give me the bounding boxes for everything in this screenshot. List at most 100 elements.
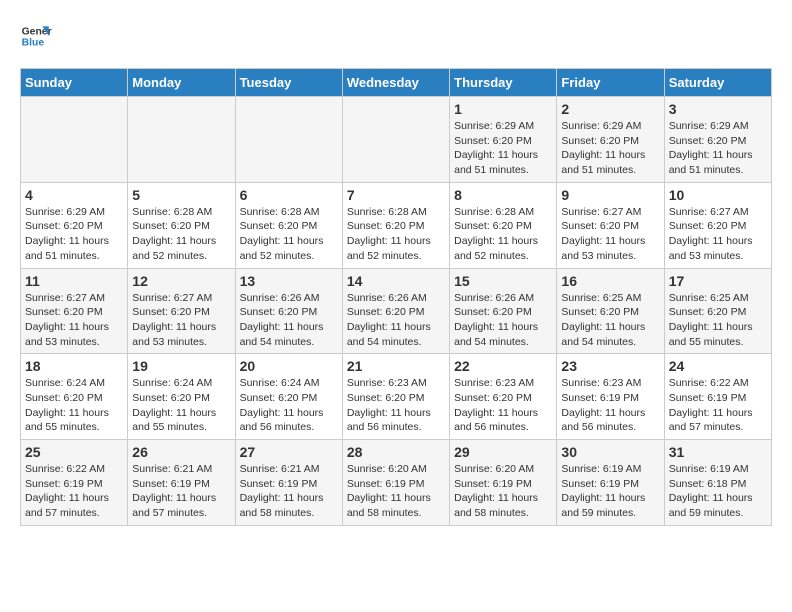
calendar-cell: 19 Sunrise: 6:24 AM Sunset: 6:20 PM Dayli… — [128, 354, 235, 440]
day-info: Sunrise: 6:24 AM Sunset: 6:20 PM Dayligh… — [240, 376, 338, 435]
day-number: 10 — [669, 187, 767, 203]
calendar-cell: 25 Sunrise: 6:22 AM Sunset: 6:19 PM Dayli… — [21, 440, 128, 526]
day-info: Sunrise: 6:26 AM Sunset: 6:20 PM Dayligh… — [240, 291, 338, 350]
calendar-cell: 13Sunrise: 6:26 AM Sunset: 6:20 PM Dayli… — [235, 268, 342, 354]
day-number: 21 — [347, 358, 445, 374]
col-header-sunday: Sunday — [21, 69, 128, 97]
col-header-saturday: Saturday — [664, 69, 771, 97]
calendar-cell — [342, 97, 449, 183]
day-number: 16 — [561, 273, 659, 289]
calendar-cell: 24 Sunrise: 6:22 AM Sunset: 6:19 PM Dayli… — [664, 354, 771, 440]
day-info: Sunrise: 6:27 AM Sunset: 6:20 PM Dayligh… — [25, 291, 123, 350]
day-number: 4 — [25, 187, 123, 203]
calendar-cell: 9 Sunrise: 6:27 AM Sunset: 6:20 PM Daylig… — [557, 182, 664, 268]
day-number: 2 — [561, 101, 659, 117]
day-number: 26 — [132, 444, 230, 460]
col-header-thursday: Thursday — [450, 69, 557, 97]
day-info: Sunrise: 6:22 AM Sunset: 6:19 PM Dayligh… — [25, 462, 123, 521]
calendar-cell — [235, 97, 342, 183]
page-header: General Blue — [20, 20, 772, 52]
calendar-cell: 11 Sunrise: 6:27 AM Sunset: 6:20 PM Dayli… — [21, 268, 128, 354]
day-info: Sunrise: 6:23 AM Sunset: 6:20 PM Dayligh… — [347, 376, 445, 435]
day-info: Sunrise: 6:26 AM Sunset: 6:20 PM Dayligh… — [454, 291, 552, 350]
calendar-cell: 2 Sunrise: 6:29 AM Sunset: 6:20 PM Daylig… — [557, 97, 664, 183]
day-number: 14 — [347, 273, 445, 289]
day-number: 25 — [25, 444, 123, 460]
day-info: Sunrise: 6:25 AM Sunset: 6:20 PM Dayligh… — [669, 291, 767, 350]
calendar-table: SundayMondayTuesdayWednesdayThursdayFrid… — [20, 68, 772, 526]
day-info: Sunrise: 6:28 AM Sunset: 6:20 PM Dayligh… — [347, 205, 445, 264]
calendar-cell: 29 Sunrise: 6:20 AM Sunset: 6:19 PM Dayli… — [450, 440, 557, 526]
calendar-cell: 21 Sunrise: 6:23 AM Sunset: 6:20 PM Dayli… — [342, 354, 449, 440]
day-info: Sunrise: 6:24 AM Sunset: 6:20 PM Dayligh… — [25, 376, 123, 435]
calendar-cell: 17 Sunrise: 6:25 AM Sunset: 6:20 PM Dayli… — [664, 268, 771, 354]
day-info: Sunrise: 6:28 AM Sunset: 6:20 PM Dayligh… — [454, 205, 552, 264]
day-info: Sunrise: 6:29 AM Sunset: 6:20 PM Dayligh… — [454, 119, 552, 178]
day-info: Sunrise: 6:26 AM Sunset: 6:20 PM Dayligh… — [347, 291, 445, 350]
day-number: 28 — [347, 444, 445, 460]
calendar-cell: 26 Sunrise: 6:21 AM Sunset: 6:19 PM Dayli… — [128, 440, 235, 526]
logo-icon: General Blue — [20, 20, 52, 52]
calendar-cell: 20 Sunrise: 6:24 AM Sunset: 6:20 PM Dayli… — [235, 354, 342, 440]
calendar-cell: 4 Sunrise: 6:29 AM Sunset: 6:20 PM Daylig… — [21, 182, 128, 268]
calendar-cell: 30 Sunrise: 6:19 AM Sunset: 6:19 PM Dayli… — [557, 440, 664, 526]
col-header-friday: Friday — [557, 69, 664, 97]
day-info: Sunrise: 6:21 AM Sunset: 6:19 PM Dayligh… — [132, 462, 230, 521]
calendar-cell: 27Sunrise: 6:21 AM Sunset: 6:19 PM Dayli… — [235, 440, 342, 526]
calendar-cell: 31 Sunrise: 6:19 AM Sunset: 6:18 PM Dayli… — [664, 440, 771, 526]
day-number: 19 — [132, 358, 230, 374]
day-info: Sunrise: 6:24 AM Sunset: 6:20 PM Dayligh… — [132, 376, 230, 435]
day-number: 27 — [240, 444, 338, 460]
day-number: 29 — [454, 444, 552, 460]
logo: General Blue — [20, 20, 52, 52]
col-header-tuesday: Tuesday — [235, 69, 342, 97]
col-header-monday: Monday — [128, 69, 235, 97]
day-number: 1 — [454, 101, 552, 117]
calendar-cell: 1 Sunrise: 6:29 AM Sunset: 6:20 PM Daylig… — [450, 97, 557, 183]
day-number: 7 — [347, 187, 445, 203]
calendar-cell: 7 Sunrise: 6:28 AM Sunset: 6:20 PM Daylig… — [342, 182, 449, 268]
calendar-cell: 15 Sunrise: 6:26 AM Sunset: 6:20 PM Dayli… — [450, 268, 557, 354]
day-info: Sunrise: 6:23 AM Sunset: 6:20 PM Dayligh… — [454, 376, 552, 435]
day-info: Sunrise: 6:28 AM Sunset: 6:20 PM Dayligh… — [240, 205, 338, 264]
day-number: 23 — [561, 358, 659, 374]
day-number: 6 — [240, 187, 338, 203]
calendar-cell: 14 Sunrise: 6:26 AM Sunset: 6:20 PM Dayli… — [342, 268, 449, 354]
calendar-cell: 12 Sunrise: 6:27 AM Sunset: 6:20 PM Dayli… — [128, 268, 235, 354]
day-number: 15 — [454, 273, 552, 289]
day-info: Sunrise: 6:28 AM Sunset: 6:20 PM Dayligh… — [132, 205, 230, 264]
day-number: 30 — [561, 444, 659, 460]
day-info: Sunrise: 6:20 AM Sunset: 6:19 PM Dayligh… — [347, 462, 445, 521]
day-info: Sunrise: 6:27 AM Sunset: 6:20 PM Dayligh… — [132, 291, 230, 350]
day-number: 20 — [240, 358, 338, 374]
day-info: Sunrise: 6:20 AM Sunset: 6:19 PM Dayligh… — [454, 462, 552, 521]
col-header-wednesday: Wednesday — [342, 69, 449, 97]
calendar-cell: 28 Sunrise: 6:20 AM Sunset: 6:19 PM Dayli… — [342, 440, 449, 526]
day-info: Sunrise: 6:22 AM Sunset: 6:19 PM Dayligh… — [669, 376, 767, 435]
calendar-cell: 22 Sunrise: 6:23 AM Sunset: 6:20 PM Dayli… — [450, 354, 557, 440]
calendar-cell: 8 Sunrise: 6:28 AM Sunset: 6:20 PM Daylig… — [450, 182, 557, 268]
calendar-cell: 3Sunrise: 6:29 AM Sunset: 6:20 PM Daylig… — [664, 97, 771, 183]
day-number: 24 — [669, 358, 767, 374]
day-number: 31 — [669, 444, 767, 460]
day-info: Sunrise: 6:29 AM Sunset: 6:20 PM Dayligh… — [25, 205, 123, 264]
day-number: 12 — [132, 273, 230, 289]
day-number: 22 — [454, 358, 552, 374]
calendar-cell: 10Sunrise: 6:27 AM Sunset: 6:20 PM Dayli… — [664, 182, 771, 268]
day-info: Sunrise: 6:23 AM Sunset: 6:19 PM Dayligh… — [561, 376, 659, 435]
day-number: 11 — [25, 273, 123, 289]
calendar-cell: 5 Sunrise: 6:28 AM Sunset: 6:20 PM Daylig… — [128, 182, 235, 268]
calendar-cell: 23 Sunrise: 6:23 AM Sunset: 6:19 PM Dayli… — [557, 354, 664, 440]
calendar-cell — [21, 97, 128, 183]
day-number: 5 — [132, 187, 230, 203]
day-info: Sunrise: 6:27 AM Sunset: 6:20 PM Dayligh… — [561, 205, 659, 264]
day-number: 17 — [669, 273, 767, 289]
day-number: 18 — [25, 358, 123, 374]
day-info: Sunrise: 6:29 AM Sunset: 6:20 PM Dayligh… — [669, 119, 767, 178]
day-number: 8 — [454, 187, 552, 203]
svg-text:Blue: Blue — [22, 38, 45, 49]
day-info: Sunrise: 6:19 AM Sunset: 6:19 PM Dayligh… — [561, 462, 659, 521]
day-info: Sunrise: 6:19 AM Sunset: 6:18 PM Dayligh… — [669, 462, 767, 521]
day-number: 9 — [561, 187, 659, 203]
day-info: Sunrise: 6:29 AM Sunset: 6:20 PM Dayligh… — [561, 119, 659, 178]
